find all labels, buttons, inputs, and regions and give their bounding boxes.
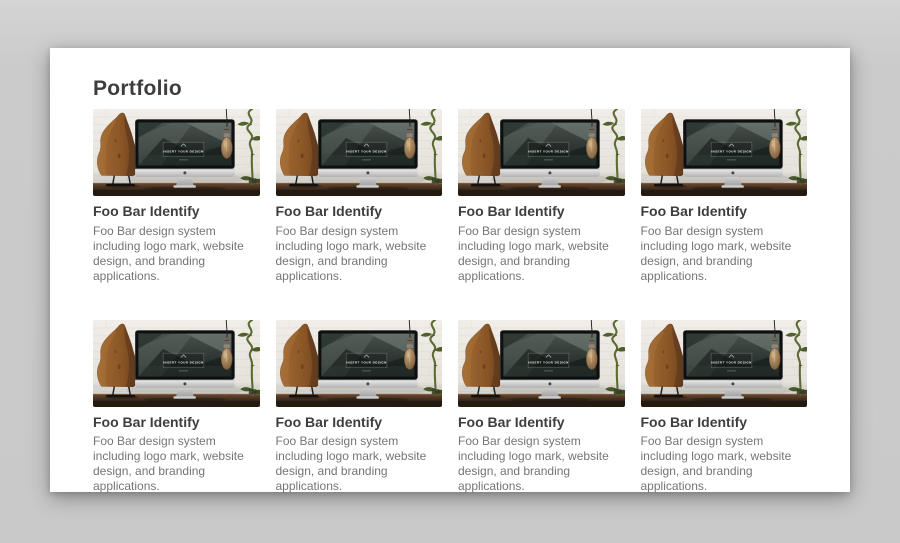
project-thumbnail-image	[458, 320, 625, 407]
project-description: Foo Bar design system including logo mar…	[276, 224, 443, 284]
project-description: Foo Bar design system including logo mar…	[93, 224, 260, 284]
project-description: Foo Bar design system including logo mar…	[458, 224, 625, 284]
project-thumbnail-image	[458, 109, 625, 196]
portfolio-grid: Foo Bar Identify Foo Bar design system i…	[93, 109, 807, 494]
portfolio-item[interactable]: Foo Bar Identify Foo Bar design system i…	[276, 320, 443, 495]
project-title: Foo Bar Identify	[93, 203, 260, 221]
portfolio-item[interactable]: Foo Bar Identify Foo Bar design system i…	[458, 109, 625, 284]
project-description: Foo Bar design system including logo mar…	[458, 434, 625, 494]
project-description: Foo Bar design system including logo mar…	[641, 434, 808, 494]
project-title: Foo Bar Identify	[276, 414, 443, 432]
portfolio-card: Portfolio Foo Bar Identify Foo Bar desig…	[50, 48, 850, 492]
project-description: Foo Bar design system including logo mar…	[276, 434, 443, 494]
project-title: Foo Bar Identify	[458, 203, 625, 221]
project-thumbnail-image	[93, 320, 260, 407]
page-title: Portfolio	[93, 76, 807, 101]
project-thumbnail-image	[641, 109, 808, 196]
project-title: Foo Bar Identify	[93, 414, 260, 432]
portfolio-item[interactable]: Foo Bar Identify Foo Bar design system i…	[276, 109, 443, 284]
portfolio-item[interactable]: Foo Bar Identify Foo Bar design system i…	[458, 320, 625, 495]
project-title: Foo Bar Identify	[641, 203, 808, 221]
project-title: Foo Bar Identify	[276, 203, 443, 221]
portfolio-item[interactable]: Foo Bar Identify Foo Bar design system i…	[641, 320, 808, 495]
project-title: Foo Bar Identify	[458, 414, 625, 432]
project-title: Foo Bar Identify	[641, 414, 808, 432]
portfolio-item[interactable]: Foo Bar Identify Foo Bar design system i…	[93, 320, 260, 495]
project-thumbnail-image	[276, 109, 443, 196]
project-description: Foo Bar design system including logo mar…	[93, 434, 260, 494]
portfolio-item[interactable]: Foo Bar Identify Foo Bar design system i…	[641, 109, 808, 284]
project-thumbnail-image	[276, 320, 443, 407]
project-thumbnail-image	[641, 320, 808, 407]
project-thumbnail-image	[93, 109, 260, 196]
project-description: Foo Bar design system including logo mar…	[641, 224, 808, 284]
portfolio-item[interactable]: Foo Bar Identify Foo Bar design system i…	[93, 109, 260, 284]
